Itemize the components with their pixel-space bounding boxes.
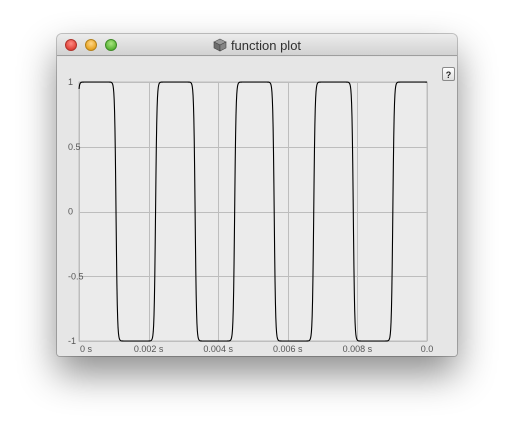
window-title-group: function plot: [57, 34, 457, 56]
function-plot-chart: 1 0.5 0 -0.5 -1 0 s 0.002 s 0.004 s 0.006 s 0.008…: [68, 77, 434, 354]
app-package-icon: [213, 38, 227, 52]
x-tick-label: 0 s: [80, 344, 93, 354]
y-tick-label: 1: [68, 77, 73, 87]
window-title: function plot: [230, 37, 302, 53]
plot-area: 1 0.5 0 -0.5 -1 0 s 0.002 s 0.004 s 0.006 s 0.008…: [57, 57, 457, 356]
x-tick-label: 0.0: [421, 344, 434, 354]
y-tick-label: -0.5: [68, 271, 84, 281]
title-bar[interactable]: function plot: [57, 34, 457, 56]
help-button[interactable]: ?: [442, 67, 455, 81]
y-tick-label: 0: [68, 207, 73, 217]
x-tick-label: 0.008 s: [343, 344, 373, 354]
y-tick-label: 0.5: [68, 142, 81, 152]
x-tick-label: 0.004 s: [203, 344, 233, 354]
plot-background: [78, 81, 428, 342]
x-tick-label: 0.002 s: [134, 344, 164, 354]
x-tick-label: 0.006 s: [273, 344, 303, 354]
y-tick-label: -1: [68, 336, 76, 346]
function-plot-window: function plot 1 0.5 0 -0.5 -1 0 s 0.002 s 0.004…: [57, 34, 457, 356]
